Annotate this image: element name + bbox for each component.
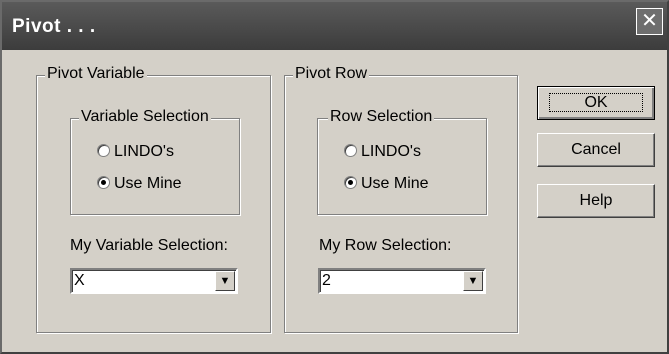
variable-lindos-radio[interactable]: LINDO's — [97, 143, 174, 161]
help-button[interactable]: Help — [537, 184, 655, 218]
row-selection-group: Row Selection LINDO's Use Mine — [317, 108, 487, 215]
row-use-mine-radio[interactable]: Use Mine — [344, 175, 429, 193]
ok-label: OK — [549, 93, 643, 112]
row-lindos-radio[interactable]: LINDO's — [344, 143, 421, 161]
my-row-selection-combo[interactable]: 2 ▼ — [318, 268, 486, 294]
variable-selection-legend: Variable Selection — [79, 108, 211, 126]
pivot-row-legend: Pivot Row — [293, 65, 370, 83]
radio-label: Use Mine — [361, 175, 429, 192]
my-variable-selection-combo[interactable]: X ▼ — [70, 268, 238, 294]
combo-value: 2 — [322, 272, 331, 289]
dropdown-arrow-icon[interactable]: ▼ — [463, 271, 483, 291]
title-bar[interactable]: Pivot . . . ✕ — [2, 2, 667, 50]
close-button[interactable]: ✕ — [636, 8, 663, 35]
ok-button[interactable]: OK — [537, 86, 655, 120]
variable-selection-group: Variable Selection LINDO's Use Mine — [70, 108, 240, 215]
radio-label: LINDO's — [361, 143, 421, 160]
radio-label: Use Mine — [114, 175, 182, 192]
radio-unselected-icon — [344, 144, 357, 157]
my-variable-selection-label: My Variable Selection: — [70, 237, 228, 254]
close-icon: ✕ — [641, 10, 658, 32]
radio-label: LINDO's — [114, 143, 174, 160]
variable-use-mine-radio[interactable]: Use Mine — [97, 175, 182, 193]
cancel-label: Cancel — [571, 141, 621, 158]
my-row-selection-label: My Row Selection: — [319, 237, 452, 254]
pivot-variable-group: Pivot Variable Variable Selection LINDO'… — [36, 65, 271, 333]
help-label: Help — [579, 192, 613, 209]
pivot-dialog: Pivot . . . ✕ Pivot Variable Variable Se… — [0, 0, 669, 354]
pivot-row-group: Pivot Row Row Selection LINDO's Use Mine… — [284, 65, 518, 333]
pivot-variable-legend: Pivot Variable — [45, 65, 147, 83]
dropdown-arrow-icon[interactable]: ▼ — [215, 271, 235, 291]
radio-unselected-icon — [97, 144, 110, 157]
radio-selected-icon — [344, 176, 357, 189]
window-title: Pivot . . . — [12, 16, 96, 37]
cancel-button[interactable]: Cancel — [537, 133, 655, 167]
radio-selected-icon — [97, 176, 110, 189]
row-selection-legend: Row Selection — [328, 108, 435, 126]
combo-value: X — [74, 272, 85, 289]
dialog-body: Pivot Variable Variable Selection LINDO'… — [2, 50, 667, 352]
